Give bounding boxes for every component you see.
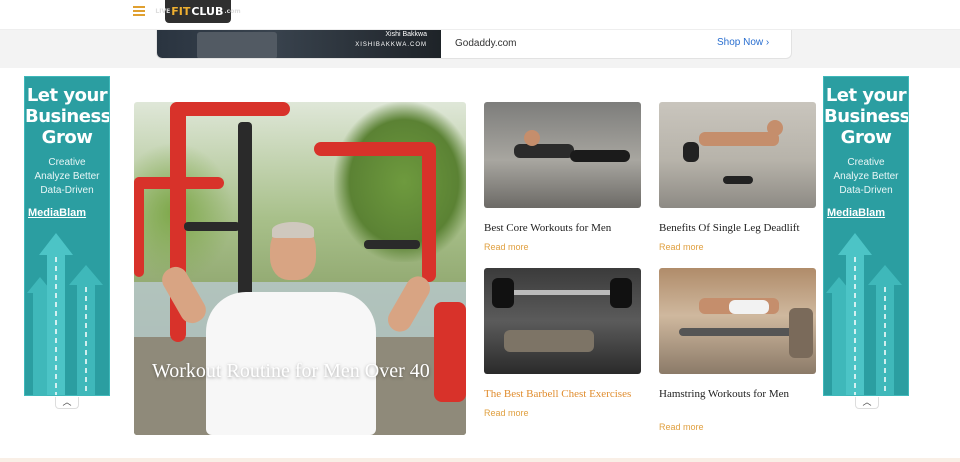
figure-shape <box>524 130 540 146</box>
hamburger-menu-icon[interactable] <box>133 6 145 16</box>
ad-person-site: XISHIBAKKWA.COM <box>355 42 427 48</box>
logo-club: CLUB <box>191 5 224 18</box>
read-more-link[interactable]: Read more <box>484 242 641 252</box>
side-ad-line1: Creative <box>48 157 86 168</box>
top-ad-banner[interactable]: Xishi Bakkwa XISHIBAKKWA.COM Godaddy.com… <box>156 30 792 59</box>
figure-shape <box>729 300 769 314</box>
logo-prefix: LIVE <box>155 8 171 15</box>
ad-domain: Godaddy.com <box>455 38 517 49</box>
figure-shape <box>498 290 628 295</box>
side-ad-brand: MediaBlam <box>28 207 87 219</box>
article-thumbnail <box>659 268 816 374</box>
read-more-link[interactable]: Read more <box>659 242 816 252</box>
machine-frame <box>422 142 436 282</box>
figure-shape <box>610 278 632 308</box>
ad-laptop-image <box>197 32 277 58</box>
figure-shape <box>514 144 574 158</box>
read-more-link[interactable]: Read more <box>659 422 816 432</box>
machine-handle <box>184 222 240 231</box>
section-divider <box>0 458 960 462</box>
side-ad-headline: Let your Business Grow <box>824 85 909 148</box>
right-side-ad[interactable]: Let your Business Grow Creative Analyze … <box>823 76 909 396</box>
machine-frame <box>170 102 290 116</box>
logo-fit: FIT <box>171 5 191 18</box>
ad-image: Xishi Bakkwa XISHIBAKKWA.COM <box>157 30 441 58</box>
article-thumbnail <box>484 102 641 208</box>
tree-shape <box>334 102 466 262</box>
ad-shop-now-button[interactable]: Shop Now › <box>717 37 769 48</box>
side-ad-line1: Creative <box>847 157 885 168</box>
logo-suffix: .com <box>224 8 241 15</box>
left-side-ad[interactable]: Let your Business Grow Creative Analyze … <box>24 76 110 396</box>
side-ad-line3: Data-Driven <box>839 185 893 196</box>
article-title[interactable]: Best Core Workouts for Men <box>484 221 641 235</box>
featured-article[interactable]: Workout Routine for Men Over 40 <box>134 102 466 435</box>
machine-handle <box>364 240 420 249</box>
machine-frame <box>434 302 466 402</box>
site-header: LIVE FIT CLUB .com <box>0 0 960 30</box>
machine-frame <box>314 142 434 156</box>
right-ad-collapse-button[interactable]: ︿ <box>855 397 879 409</box>
article-card[interactable]: Hamstring Workouts for Men Read more <box>659 268 816 432</box>
article-title[interactable]: Benefits Of Single Leg Deadlift <box>659 221 816 235</box>
side-ad-line3: Data-Driven <box>40 185 94 196</box>
side-ad-line2: Analyze Better <box>34 171 100 182</box>
featured-article-title[interactable]: Workout Routine for Men Over 40 <box>152 357 442 385</box>
machine-frame <box>134 177 224 189</box>
side-ad-headline: Let your Business Grow <box>25 85 110 148</box>
machine-frame <box>134 177 144 277</box>
figure-shape <box>767 120 783 136</box>
article-thumbnail <box>659 102 816 208</box>
ad-person-name: Xishi Bakkwa <box>385 31 427 38</box>
side-ad-sub: Creative Analyze Better Data-Driven <box>824 156 908 198</box>
site-logo[interactable]: LIVE FIT CLUB .com <box>155 0 241 23</box>
figure-shape <box>570 150 630 162</box>
left-ad-collapse-button[interactable]: ︿ <box>55 397 79 409</box>
article-title[interactable]: The Best Barbell Chest Exercises <box>484 387 641 401</box>
growth-arrows-icon <box>826 233 902 395</box>
article-card[interactable]: Benefits Of Single Leg Deadlift Read mor… <box>659 102 816 252</box>
figure-shape <box>789 308 813 358</box>
read-more-link[interactable]: Read more <box>484 408 641 418</box>
figure-shape <box>723 176 753 184</box>
article-thumbnail <box>484 268 641 374</box>
ad-person-caption: Xishi Bakkwa XISHIBAKKWA.COM <box>355 30 427 50</box>
article-title[interactable]: Hamstring Workouts for Men <box>659 387 816 401</box>
growth-arrows-icon <box>27 233 103 395</box>
side-ad-line2: Analyze Better <box>833 171 899 182</box>
figure-shape <box>679 328 799 336</box>
figure-shape <box>683 142 699 162</box>
figure-shape <box>492 278 514 308</box>
article-card[interactable]: The Best Barbell Chest Exercises Read mo… <box>484 268 641 418</box>
side-ad-sub: Creative Analyze Better Data-Driven <box>25 156 109 198</box>
figure-shape <box>504 330 594 352</box>
figure-shape <box>699 132 779 146</box>
article-card[interactable]: Best Core Workouts for Men Read more <box>484 102 641 252</box>
side-ad-brand: MediaBlam <box>827 207 886 219</box>
man-hair <box>272 222 314 238</box>
